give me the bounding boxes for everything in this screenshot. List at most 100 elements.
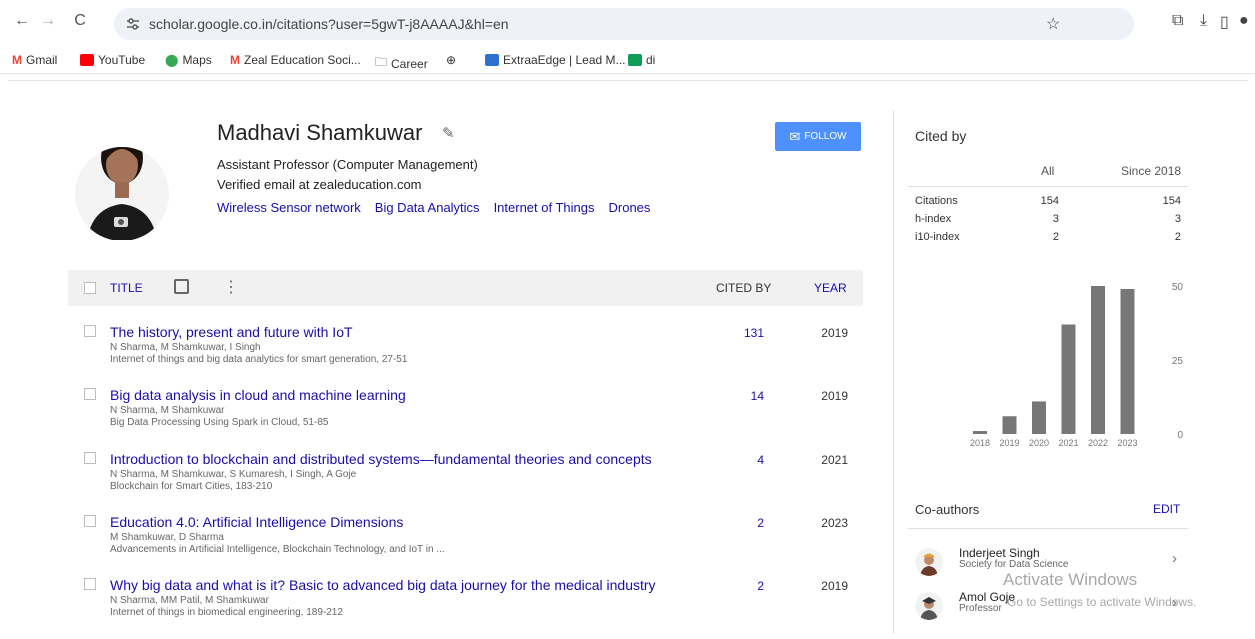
histogram-bar[interactable] [1032,401,1046,434]
article-cited-count[interactable]: 2 [728,579,764,593]
title-sort-header[interactable]: TITLE [110,281,143,295]
interest-link[interactable]: Wireless Sensor network [217,200,361,215]
add-article-icon[interactable] [174,279,189,294]
article-authors: N Sharma, M Shamkuwar [110,405,225,416]
browser-toolbar: ← → C scholar.google.co.in/citations?use… [0,0,1255,46]
profile-name: Madhavi Shamkuwar [217,120,423,145]
extensions-icon[interactable]: ⧉ [1172,12,1183,30]
windows-watermark-subtitle: Go to Settings to activate Windows. [1007,595,1197,609]
article-cited-count[interactable]: 4 [728,453,764,467]
histogram-x-label: 2023 [1117,438,1137,448]
article-title[interactable]: Education 4.0: Artificial Intelligence D… [110,514,403,530]
interest-link[interactable]: Internet of Things [494,200,595,215]
histogram-x-label: 2018 [970,438,990,448]
mail-icon: ✉ [789,128,801,144]
forward-icon[interactable]: → [38,12,58,30]
bookmark-maps[interactable]: ⬤ Maps [165,53,212,67]
coauthor-affiliation: Society for Data Science [959,559,1069,570]
bookmark-youtube[interactable]: YouTube [80,53,145,67]
histogram-y-tick: 0 [1177,430,1183,441]
histogram-bar[interactable] [1002,416,1017,434]
article-authors: N Sharma, MM Patil, M Shamkuwar [110,595,269,606]
stats-since-value: 2 [1174,231,1181,243]
article-title[interactable]: Big data analysis in cloud and machine l… [110,387,406,403]
edit-coauthors-button[interactable]: EDIT [1153,502,1180,516]
coauthor-affiliation: Professor [959,603,1002,614]
histogram-x-label: 2022 [1088,438,1108,448]
bookmark-career[interactable]: 🗀 Career [375,53,428,74]
article-publication: Internet of things and big data analytic… [110,354,408,365]
histogram-bar[interactable] [1120,288,1135,434]
address-bar[interactable]: scholar.google.co.in/citations?user=5gwT… [114,8,1134,40]
article-title[interactable]: Introduction to blockchain and distribut… [110,451,652,467]
article-cited-count[interactable]: 14 [728,389,764,403]
follow-button[interactable]: ✉ FOLLOW [775,122,861,151]
year-sort-header[interactable]: YEAR [814,281,847,295]
coauthors-divider [908,528,1188,529]
article-publication: Blockchain for Smart Cities, 183-210 [110,481,273,492]
stats-label[interactable]: Citations [915,195,958,207]
article-authors: M Shamkuwar, D Sharma [110,532,224,543]
histogram-y-tick: 50 [1172,282,1184,293]
histogram-bar[interactable] [1091,286,1105,434]
coauthors-title: Co-authors [915,502,980,517]
edit-pencil-icon[interactable]: ✎ [442,124,455,142]
article-title[interactable]: The history, present and future with IoT [110,324,353,340]
row-checkbox[interactable] [84,325,96,337]
stats-col-all: All [1041,164,1055,178]
bookmark-globe[interactable]: ⊕ [446,53,460,67]
histogram-y-tick: 25 [1172,356,1184,367]
sidepanel-icon[interactable]: ▯ [1220,12,1229,32]
article-year: 2019 [821,389,848,403]
extraaedge-icon [485,54,499,66]
histogram-bar[interactable] [973,431,987,434]
row-checkbox[interactable] [84,388,96,400]
interest-link[interactable]: Drones [609,200,651,215]
table-row: Introduction to blockchain and distribut… [68,451,863,513]
reload-icon[interactable]: C [70,12,90,30]
histogram-x-label: 2019 [999,438,1019,448]
article-cited-count[interactable]: 2 [728,516,764,530]
more-options-icon[interactable]: ⋮ [223,277,239,297]
article-year: 2021 [821,453,848,467]
select-all-checkbox[interactable] [84,282,96,294]
profile-avatar[interactable] [72,120,172,240]
bookmark-gmail[interactable]: M Gmail [12,53,57,67]
bookmark-star-icon[interactable]: ☆ [1046,14,1060,34]
interest-link[interactable]: Big Data Analytics [375,200,480,215]
stats-row: h-index 3 3 [915,213,1185,229]
bookmark-zeal[interactable]: M Zeal Education Soci... [230,53,361,67]
article-title[interactable]: Why big data and what is it? Basic to ad… [110,577,656,593]
article-year: 2019 [821,326,848,340]
stats-all-value: 2 [1052,231,1059,243]
sidebar-divider [893,110,894,634]
article-year: 2023 [821,516,848,530]
profile-icon[interactable]: ● [1239,12,1249,30]
coauthor-avatar [915,548,943,576]
bookmark-di[interactable]: di [628,53,655,67]
download-icon[interactable]: ⤓ [1200,12,1207,30]
bookmark-extraaedge[interactable]: ExtraaEdge | Lead M... [485,53,626,67]
stats-divider [908,186,1188,187]
sheets-icon [628,54,642,66]
coauthor-avatar [915,592,943,620]
gmail-icon: M [230,53,240,67]
windows-watermark-title: Activate Windows [1003,570,1138,589]
histogram-bar[interactable] [1061,324,1076,434]
url-text: scholar.google.co.in/citations?user=5gwT… [149,16,509,32]
stats-since-value: 154 [1162,195,1181,207]
article-publication: Internet of things in biomedical enginee… [110,607,343,618]
site-settings-icon[interactable] [126,17,140,31]
row-checkbox[interactable] [84,578,96,590]
stats-row: Citations 154 154 [915,195,1185,211]
cited-by-header[interactable]: CITED BY [716,281,771,295]
stats-row: i10-index 2 2 [915,231,1185,247]
article-cited-count[interactable]: 131 [728,326,764,340]
back-icon[interactable]: ← [12,12,32,30]
stats-label[interactable]: h-index [915,213,951,225]
row-checkbox[interactable] [84,452,96,464]
table-row: Education 4.0: Artificial Intelligence D… [68,514,863,576]
stats-label[interactable]: i10-index [915,231,960,243]
row-checkbox[interactable] [84,515,96,527]
cited-by-title: Cited by [915,128,967,144]
